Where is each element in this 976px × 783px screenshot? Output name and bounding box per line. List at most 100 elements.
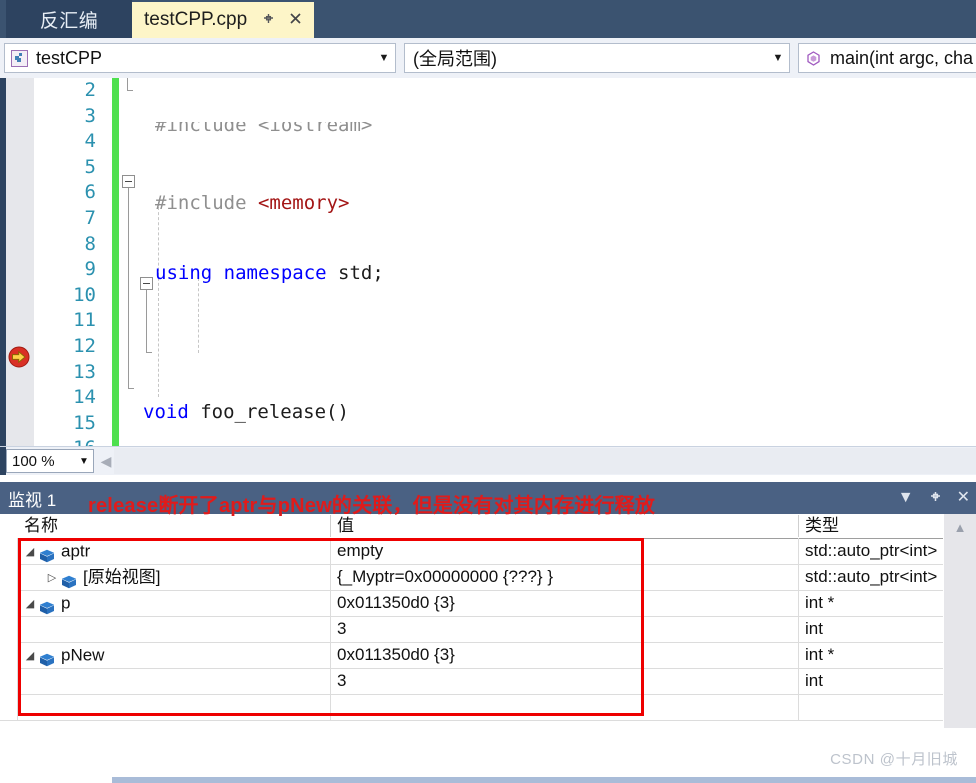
line-number: 15: [73, 411, 96, 434]
watch-panel-title-bar: 监视 1 ▼ ✕: [0, 482, 976, 514]
chevron-down-icon[interactable]: ▼: [75, 456, 93, 467]
watch-panel-title: 监视 1: [8, 490, 57, 510]
code-line-4: using namespace std;: [155, 261, 384, 284]
watch-cell-type: int: [798, 616, 944, 642]
watch-panel: 监视 1 ▼ ✕ 名称 值 类型 ◢ aptr empty std::auto_ptr…: [0, 482, 976, 783]
chevron-down-icon[interactable]: ▼: [373, 52, 395, 64]
watch-row[interactable]: [0, 694, 944, 721]
watch-variable-grid[interactable]: ◢ aptr empty std::auto_ptr<int> ▷ [原始视图] {_Myp…: [0, 538, 976, 728]
column-header-value[interactable]: 值: [330, 515, 798, 537]
watch-cell-name[interactable]: ◢ pNew: [18, 642, 330, 668]
line-number: 8: [84, 232, 96, 255]
code-editor[interactable]: 2 3 4 5 6 7 8 9 10 11 12 13 14 15 16: [0, 78, 976, 446]
tab-testcpp-cpp[interactable]: testCPP.cpp: [132, 2, 314, 38]
editor-gutter[interactable]: [6, 78, 34, 446]
watermark: CSDN @十月旧城: [830, 751, 958, 768]
watch-cell-value[interactable]: [330, 694, 798, 720]
line-number: 13: [73, 360, 96, 383]
expand-toggle-icon[interactable]: ◢: [22, 643, 38, 668]
tab-disassembly-label: 反汇编: [39, 10, 99, 32]
watch-row[interactable]: ◢ pNew 0x011350d0 {3} int *: [0, 642, 944, 669]
variable-icon: [38, 597, 56, 614]
pin-icon[interactable]: [928, 489, 943, 508]
project-icon: [10, 49, 29, 68]
watch-cell-name[interactable]: [18, 694, 330, 720]
close-icon[interactable]: [288, 11, 303, 30]
tab-testcpp-cpp-label: testCPP.cpp: [144, 9, 248, 30]
close-icon[interactable]: ✕: [957, 490, 970, 506]
watch-cell-name[interactable]: ▷ [原始视图]: [18, 564, 330, 590]
watch-variable-name: p: [61, 593, 71, 613]
zoom-level-dropdown[interactable]: 100 % ▼: [6, 449, 94, 473]
watch-cell-value[interactable]: {_Myptr=0x00000000 {???} }: [330, 564, 798, 590]
current-statement-arrow-icon: [8, 346, 30, 368]
watch-cell-value[interactable]: 3: [330, 668, 798, 694]
code-line-6: void foo_release(): [143, 400, 349, 423]
line-number: 14: [73, 386, 96, 409]
column-header-name[interactable]: 名称: [18, 515, 330, 537]
line-number: 4: [84, 130, 96, 153]
column-header-type[interactable]: 类型: [798, 515, 944, 537]
horizontal-scrollbar[interactable]: [114, 448, 976, 474]
watch-cell-name[interactable]: [18, 616, 330, 642]
expand-toggle-icon[interactable]: ▷: [44, 565, 60, 590]
pin-icon[interactable]: [261, 11, 276, 29]
expand-toggle-icon[interactable]: ◢: [22, 539, 38, 564]
watch-variable-name: aptr: [61, 541, 91, 561]
unsaved-change-bar: [112, 78, 119, 446]
watch-row-gutter: [0, 616, 18, 642]
watch-cell-name[interactable]: [18, 668, 330, 694]
watch-cell-type: std::auto_ptr<int>: [798, 538, 944, 564]
watch-row[interactable]: ◢ p 0x011350d0 {3} int *: [0, 590, 944, 617]
watch-row-gutter: [0, 694, 18, 720]
tab-disassembly[interactable]: 反汇编: [6, 0, 132, 38]
watch-row[interactable]: 3 int: [0, 616, 944, 643]
line-number: 5: [84, 155, 96, 178]
line-number: 10: [73, 283, 96, 306]
function-dropdown-value: main(int argc, cha: [830, 47, 974, 68]
watch-cell-value[interactable]: empty: [330, 538, 798, 564]
variable-icon: [60, 571, 78, 588]
watch-vertical-scrollbar[interactable]: ▲: [943, 514, 976, 728]
line-number: 12: [73, 334, 96, 357]
watch-row-gutter: [0, 668, 18, 694]
navigation-bar: testCPP ▼ (全局范围) ▼ main(int argc, cha: [0, 38, 976, 79]
editor-status-bar: 100 % ▼ ◀: [0, 446, 976, 475]
line-number: 7: [84, 206, 96, 229]
watch-cell-value[interactable]: 0x011350d0 {3}: [330, 642, 798, 668]
watch-cell-value[interactable]: 3: [330, 616, 798, 642]
line-number: 9: [84, 258, 96, 281]
project-dropdown[interactable]: testCPP ▼: [4, 43, 396, 73]
watch-row-gutter: [0, 642, 18, 668]
watch-cell-value[interactable]: 0x011350d0 {3}: [330, 590, 798, 616]
watch-cell-name[interactable]: ◢ aptr: [18, 538, 330, 564]
watch-cell-type: int: [798, 668, 944, 694]
watch-row[interactable]: 3 int: [0, 668, 944, 695]
scope-dropdown-value: (全局范围): [413, 49, 497, 69]
line-number: 6: [84, 181, 96, 204]
expand-toggle-icon[interactable]: ◢: [22, 591, 38, 616]
code-text[interactable]: #include <iostream> #include <memory> us…: [119, 78, 976, 446]
watch-variable-name: pNew: [61, 645, 105, 665]
window-bottom-edge: [0, 777, 976, 783]
watch-row[interactable]: ◢ aptr empty std::auto_ptr<int>: [0, 538, 944, 565]
bottom-scroll-strip: [112, 777, 976, 783]
watch-cell-name[interactable]: ◢ p: [18, 590, 330, 616]
watch-row-gutter: [0, 564, 18, 590]
zoom-level-value: 100 %: [12, 452, 55, 470]
scroll-left-icon[interactable]: ◀: [98, 451, 114, 471]
line-number: 3: [84, 104, 96, 127]
chevron-down-icon[interactable]: ▼: [767, 52, 789, 64]
watch-cell-type: int *: [798, 590, 944, 616]
project-dropdown-value: testCPP: [36, 47, 103, 68]
watch-row[interactable]: ▷ [原始视图] {_Myptr=0x00000000 {???} } std::au…: [0, 564, 944, 591]
scope-dropdown[interactable]: (全局范围) ▼: [404, 43, 790, 73]
watch-cell-type: std::auto_ptr<int>: [798, 564, 944, 590]
scroll-up-icon[interactable]: ▲: [944, 516, 976, 538]
watch-row-gutter: [0, 538, 18, 564]
visual-studio-window: 反汇编 testCPP.cpp testCPP ▼ (全局范围) ▼ main(…: [0, 0, 976, 783]
line-number: 11: [73, 309, 96, 332]
chevron-down-icon[interactable]: ▼: [898, 490, 914, 506]
function-dropdown[interactable]: main(int argc, cha: [798, 43, 976, 73]
